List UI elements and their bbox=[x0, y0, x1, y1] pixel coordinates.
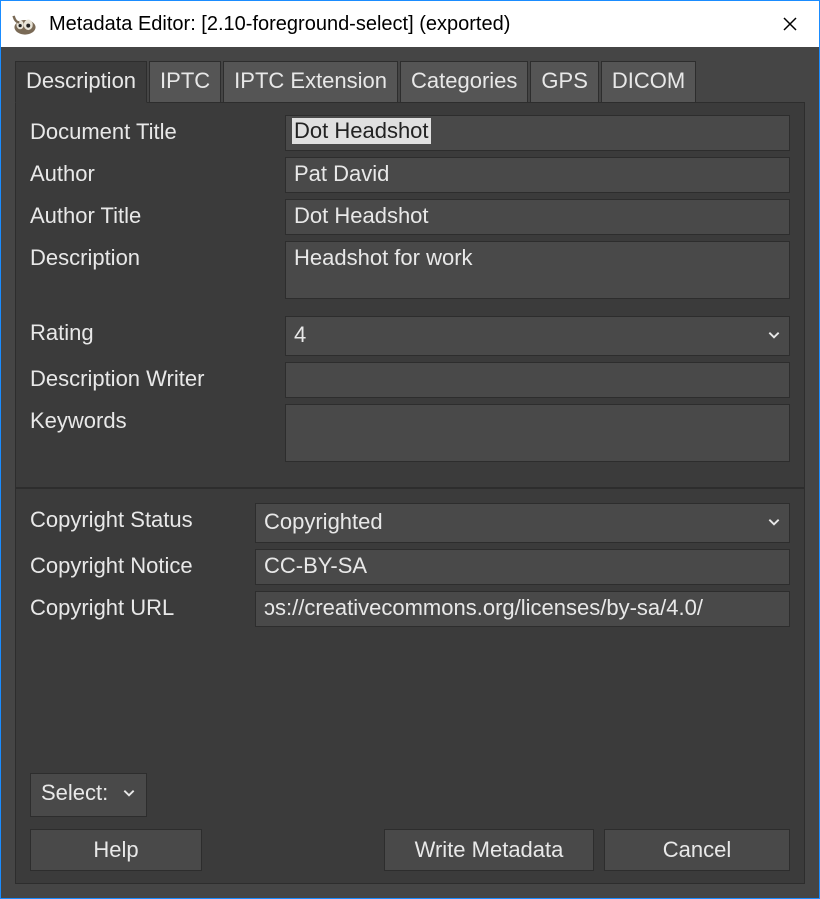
document-title-label: Document Title bbox=[30, 115, 285, 145]
rating-label: Rating bbox=[30, 316, 285, 346]
author-label: Author bbox=[30, 157, 285, 187]
author-input[interactable] bbox=[285, 157, 790, 193]
description-label: Description bbox=[30, 241, 285, 271]
section-divider bbox=[16, 487, 804, 489]
titlebar: Metadata Editor: [2.10-foreground-select… bbox=[1, 1, 819, 47]
description-writer-label: Description Writer bbox=[30, 362, 285, 392]
copyright-notice-input[interactable] bbox=[255, 549, 790, 585]
copyright-url-label: Copyright URL bbox=[30, 591, 255, 621]
copyright-status-dropdown[interactable]: Copyrighted bbox=[255, 503, 790, 543]
keywords-label: Keywords bbox=[30, 404, 285, 434]
author-title-input[interactable] bbox=[285, 199, 790, 235]
description-writer-input[interactable] bbox=[285, 362, 790, 398]
tab-description[interactable]: Description bbox=[15, 61, 147, 103]
gimp-icon bbox=[11, 10, 39, 38]
rating-dropdown[interactable]: 4 bbox=[285, 316, 790, 356]
description-textarea[interactable] bbox=[285, 241, 790, 299]
dialog-body: Description IPTC IPTC Extension Categori… bbox=[1, 47, 819, 898]
tab-dicom[interactable]: DICOM bbox=[601, 61, 696, 103]
close-button[interactable] bbox=[767, 1, 813, 47]
chevron-down-icon bbox=[122, 786, 136, 800]
tab-categories[interactable]: Categories bbox=[400, 61, 528, 103]
button-bar: Help Write Metadata Cancel bbox=[30, 829, 790, 871]
copyright-notice-label: Copyright Notice bbox=[30, 549, 255, 579]
select-label: Select: bbox=[41, 780, 108, 806]
chevron-down-icon bbox=[767, 515, 781, 529]
copyright-status-label: Copyright Status bbox=[30, 503, 255, 533]
author-title-label: Author Title bbox=[30, 199, 285, 229]
tab-gps[interactable]: GPS bbox=[530, 61, 598, 103]
document-title-input[interactable] bbox=[285, 115, 790, 151]
keywords-textarea[interactable] bbox=[285, 404, 790, 462]
cancel-button[interactable]: Cancel bbox=[604, 829, 790, 871]
copyright-url-input[interactable] bbox=[255, 591, 790, 627]
chevron-down-icon bbox=[767, 328, 781, 342]
tab-iptc-extension[interactable]: IPTC Extension bbox=[223, 61, 398, 103]
window-title: Metadata Editor: [2.10-foreground-select… bbox=[49, 13, 767, 36]
metadata-editor-window: Metadata Editor: [2.10-foreground-select… bbox=[0, 0, 820, 899]
description-panel: Document Title Dot Headshot Author Autho… bbox=[15, 102, 805, 884]
copyright-status-value: Copyrighted bbox=[264, 509, 383, 535]
select-dropdown[interactable]: Select: bbox=[30, 773, 147, 817]
tab-iptc[interactable]: IPTC bbox=[149, 61, 221, 103]
rating-value: 4 bbox=[294, 322, 306, 348]
tab-bar: Description IPTC IPTC Extension Categori… bbox=[15, 61, 805, 103]
help-button[interactable]: Help bbox=[30, 829, 202, 871]
write-metadata-button[interactable]: Write Metadata bbox=[384, 829, 594, 871]
